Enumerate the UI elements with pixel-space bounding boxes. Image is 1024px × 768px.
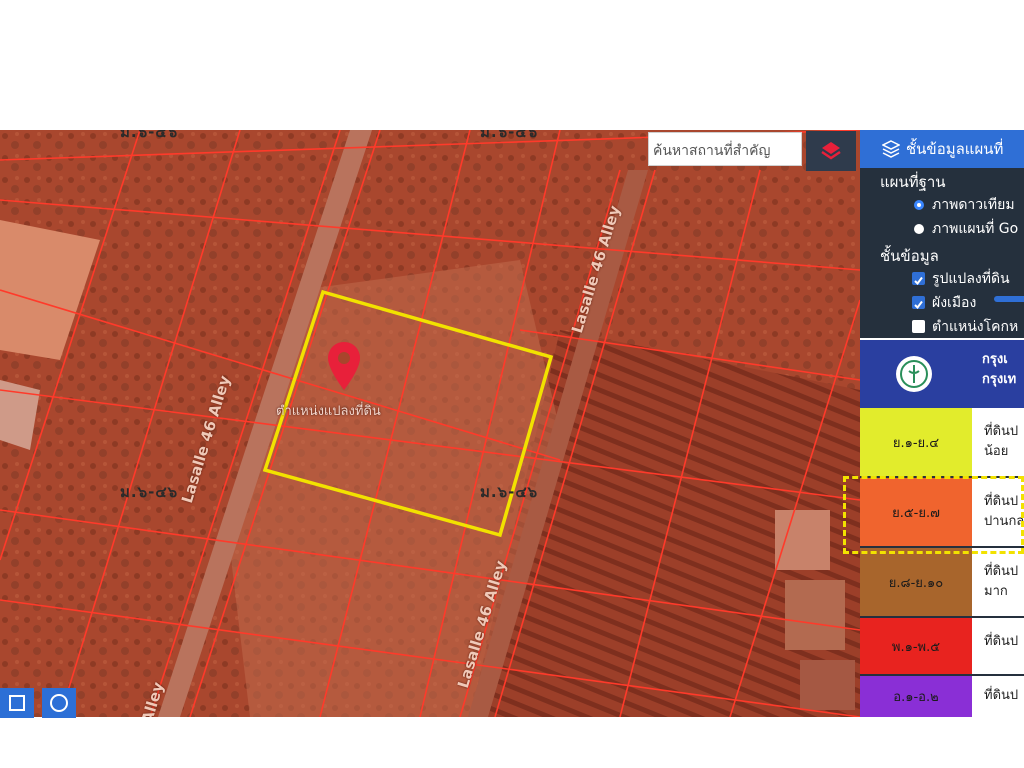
legend-swatch: ย.๑-ย.๔ <box>860 408 972 476</box>
legend-row: ย.๑-ย.๔ ที่ดินป น้อย <box>860 408 1024 476</box>
zone-label: ม.๖-๔๖ <box>120 483 179 501</box>
location-pin-icon[interactable] <box>326 340 362 396</box>
zone-label: ม.๖-๔๖ <box>480 483 539 501</box>
legend-row: พ.๑-พ.๕ ที่ดินป <box>860 618 1024 674</box>
layers-icon <box>821 142 841 160</box>
legend-text: ที่ดินป น้อย <box>984 424 1019 459</box>
layer-option[interactable]: ตำแหน่งโคกห <box>932 316 1018 338</box>
layers-title: ชั้นข้อมูล <box>880 247 939 265</box>
legend-text: ที่ดินป มาก <box>984 564 1019 599</box>
basemap-radio-map[interactable] <box>914 224 924 234</box>
pin-label: ตำแหน่งแปลงที่ดิน <box>276 404 381 419</box>
layer-checkbox[interactable] <box>912 272 925 286</box>
polygon-tool-icon <box>9 695 25 711</box>
basemap-title: แผนที่ฐาน <box>880 173 946 191</box>
panel-header[interactable]: ชั้นข้อมูลแผนที่ <box>860 130 1024 168</box>
circle-tool-icon <box>50 694 68 712</box>
org-banner: กรุงเ กรุงเท <box>860 338 1024 408</box>
layer-option[interactable]: ผังเมือง <box>932 292 976 314</box>
satellite-map[interactable]: ม.๖-๔๖ ม.๖-๔๖ ม.๖-๔๖ ม.๖-๔๖ Lasalle 46 A… <box>0 130 860 717</box>
opacity-slider[interactable] <box>994 296 1024 302</box>
layer-checkbox[interactable] <box>912 296 925 310</box>
zone-label: ม.๖-๔๖ <box>120 130 179 141</box>
zone-label: ม.๖-๔๖ <box>480 130 539 141</box>
basemap-radio-satellite[interactable] <box>914 200 924 210</box>
draw-polygon-button[interactable] <box>0 688 34 718</box>
legend-row: อ.๑-อ.๒ ที่ดินป <box>860 676 1024 717</box>
legend-text: ที่ดินป <box>984 688 1019 703</box>
map-imagery <box>0 130 860 717</box>
legend-swatch: พ.๑-พ.๕ <box>860 618 972 674</box>
layers-icon <box>882 140 900 158</box>
legend-text: ที่ดินป <box>984 634 1019 649</box>
org-name: กรุงเ กรุงเท <box>982 352 1017 387</box>
org-logo-icon <box>896 356 932 392</box>
basemap-option[interactable]: ภาพแผนที่ Go <box>932 218 1018 240</box>
legend-swatch: อ.๑-อ.๒ <box>860 676 972 717</box>
layer-option[interactable]: รูปแปลงที่ดิน <box>932 268 1010 290</box>
search-input[interactable]: ค้นหาสถานที่สำคัญ <box>648 132 802 166</box>
basemap-option[interactable]: ภาพดาวเทียม <box>932 194 1015 216</box>
layer-checkbox[interactable] <box>912 320 925 333</box>
draw-circle-button[interactable] <box>42 688 76 718</box>
legend-highlight-box <box>843 476 1024 554</box>
legend-row: ย.๘-ย.๑๐ ที่ดินป มาก <box>860 548 1024 616</box>
panel-title: ชั้นข้อมูลแผนที่ <box>906 140 1004 158</box>
map-layer-panel: ชั้นข้อมูลแผนที่ แผนที่ฐาน ภาพดาวเทียม ภ… <box>860 130 1024 717</box>
legend-swatch: ย.๘-ย.๑๐ <box>860 548 972 616</box>
layers-button[interactable] <box>806 131 856 171</box>
